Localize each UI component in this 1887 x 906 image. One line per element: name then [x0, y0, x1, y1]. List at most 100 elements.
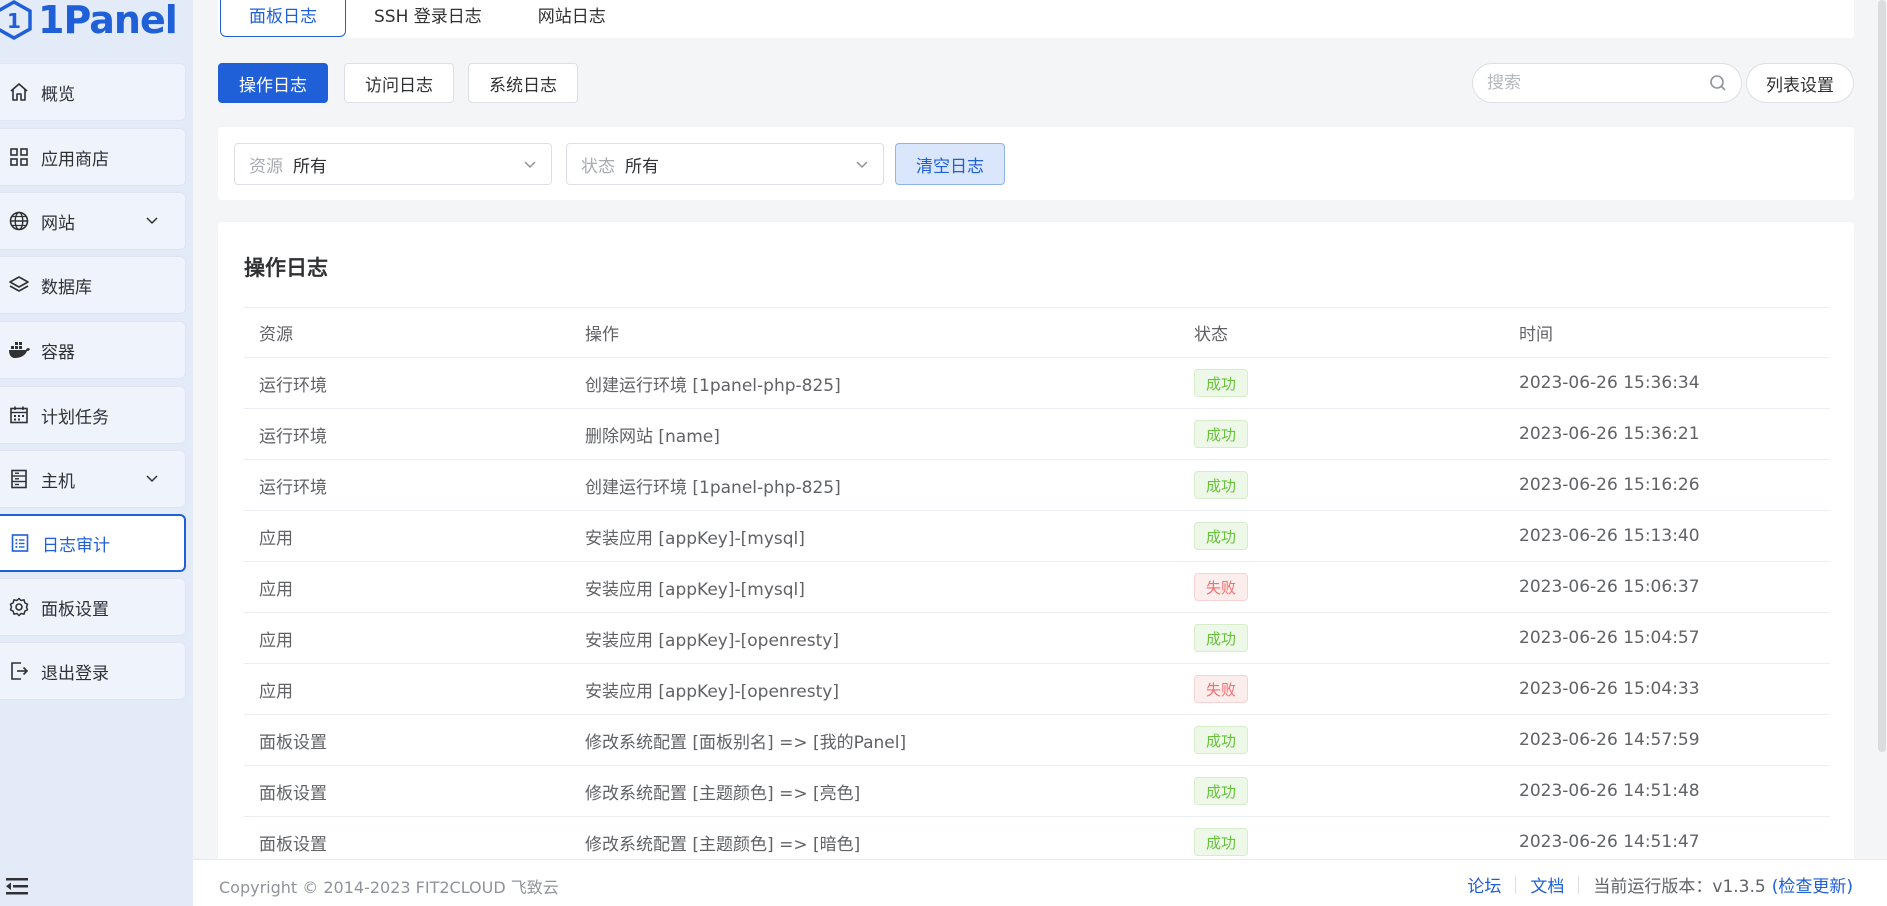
sidebar-item-label: 网站 — [41, 213, 75, 234]
sidebar-item-1[interactable]: 应用商店 — [0, 128, 186, 186]
collapse-menu-icon[interactable] — [4, 875, 30, 897]
status-badge: 成功 — [1194, 828, 1248, 856]
cell-status: 成功 — [1194, 420, 1248, 448]
table-header: 资源 操作 状态 时间 — [244, 307, 1830, 358]
home-icon — [7, 80, 31, 104]
sidebar-item-3[interactable]: 数据库 — [0, 256, 186, 314]
search-input[interactable] — [1487, 73, 1709, 93]
layers-icon — [7, 273, 31, 297]
cell-status: 成功 — [1194, 726, 1248, 754]
status-select[interactable]: 状态 所有 — [566, 143, 884, 185]
gear-icon — [7, 595, 31, 619]
subtab-1[interactable]: 访问日志 — [344, 63, 454, 103]
resource-select[interactable]: 资源 所有 — [234, 143, 552, 185]
table-row[interactable]: 应用 安装应用 [appKey]-[mysql] 失败 2023-06-26 15:0… — [244, 562, 1830, 613]
cell-time: 2023-06-26 15:16:26 — [1519, 475, 1700, 495]
table-row[interactable]: 应用 安装应用 [appKey]-[openresty] 失败 2023-06-26 … — [244, 664, 1830, 715]
cell-operation: 创建运行环境 [1panel-php-825] — [585, 477, 841, 498]
list-settings-button[interactable]: 列表设置 — [1746, 63, 1854, 103]
status-badge: 成功 — [1194, 420, 1248, 448]
cell-time: 2023-06-26 15:04:57 — [1519, 628, 1700, 648]
cell-operation: 修改系统配置 [主题颜色] => [暗色] — [585, 834, 861, 855]
status-badge: 成功 — [1194, 726, 1248, 754]
clear-logs-button[interactable]: 清空日志 — [895, 143, 1005, 185]
header-resource: 资源 — [259, 325, 293, 345]
status-badge: 成功 — [1194, 522, 1248, 550]
chevron-down-icon — [524, 161, 536, 169]
cell-status: 成功 — [1194, 522, 1248, 550]
sidebar-item-label: 计划任务 — [41, 407, 109, 428]
cell-resource: 运行环境 — [259, 426, 327, 447]
version-text: 当前运行版本：v1.3.5 — [1593, 877, 1766, 897]
table-row[interactable]: 面板设置 修改系统配置 [面板别名] => [我的Panel] 成功 2023-06-… — [244, 715, 1830, 766]
page-scrollbar[interactable] — [1878, 0, 1886, 752]
logo[interactable]: 1 1Panel — [0, 0, 178, 46]
sidebar-item-label: 应用商店 — [41, 149, 109, 170]
sidebar-item-label: 面板设置 — [41, 599, 109, 620]
search-icon[interactable] — [1709, 74, 1727, 92]
log-type-tabs: 面板日志 SSH 登录日志 网站日志 — [218, 0, 1854, 38]
cell-status: 失败 — [1194, 675, 1248, 703]
table-row[interactable]: 应用 安装应用 [appKey]-[mysql] 成功 2023-06-26 15:1… — [244, 511, 1830, 562]
sidebar-item-4[interactable]: 容器 — [0, 321, 186, 379]
subtab-0[interactable]: 操作日志 — [218, 63, 328, 103]
cell-resource: 面板设置 — [259, 834, 327, 855]
copyright-text: Copyright © 2014-2023 FIT2CLOUD 飞致云 — [219, 878, 559, 897]
status-badge: 成功 — [1194, 369, 1248, 397]
card-title: 操作日志 — [244, 256, 328, 280]
search-box[interactable] — [1472, 63, 1742, 103]
status-badge: 失败 — [1194, 675, 1248, 703]
sidebar-item-0[interactable]: 概览 — [0, 63, 186, 121]
sidebar-item-5[interactable]: 计划任务 — [0, 386, 186, 444]
cell-operation: 修改系统配置 [面板别名] => [我的Panel] — [585, 732, 907, 753]
cell-time: 2023-06-26 14:51:47 — [1519, 832, 1700, 852]
cell-resource: 运行环境 — [259, 375, 327, 396]
sidebar-item-2[interactable]: 网站 — [0, 192, 186, 250]
sidebar-item-8[interactable]: 面板设置 — [0, 578, 186, 636]
subtab-2[interactable]: 系统日志 — [468, 63, 578, 103]
cell-resource: 面板设置 — [259, 732, 327, 753]
cell-resource: 应用 — [259, 681, 293, 702]
tab-1[interactable]: SSH 登录日志 — [346, 0, 510, 37]
grid-icon — [7, 145, 31, 169]
check-update-link[interactable]: (检查更新) — [1772, 872, 1853, 897]
forum-link[interactable]: 论坛 — [1467, 872, 1501, 897]
sidebar-item-label: 容器 — [41, 342, 75, 363]
sidebar-item-label: 主机 — [41, 471, 75, 492]
filter-bar: 资源 所有 状态 所有 清空日志 — [218, 127, 1854, 200]
logo-hexagon-icon: 1 — [0, 0, 32, 40]
cell-time: 2023-06-26 15:36:34 — [1519, 373, 1700, 393]
log-icon — [8, 531, 32, 555]
cell-status: 成功 — [1194, 777, 1248, 805]
status-badge: 失败 — [1194, 573, 1248, 601]
cell-operation: 安装应用 [appKey]-[mysql] — [585, 528, 805, 549]
cell-resource: 应用 — [259, 579, 293, 600]
tab-2[interactable]: 网站日志 — [510, 0, 634, 37]
cell-time: 2023-06-26 15:04:33 — [1519, 679, 1700, 699]
chevron-down-icon — [146, 217, 158, 225]
operation-log-table: 资源 操作 状态 时间 运行环境 创建运行环境 [1panel-php-825] 成… — [244, 307, 1830, 862]
cell-operation: 修改系统配置 [主题颜色] => [亮色] — [585, 783, 861, 804]
table-row[interactable]: 面板设置 修改系统配置 [主题颜色] => [亮色] 成功 2023-06-26 14… — [244, 766, 1830, 817]
docs-link[interactable]: 文档 — [1530, 872, 1564, 897]
table-row[interactable]: 运行环境 删除网站 [name] 成功 2023-06-26 15:36:21 — [244, 409, 1830, 460]
cell-time: 2023-06-26 15:36:21 — [1519, 424, 1700, 444]
cell-time: 2023-06-26 15:13:40 — [1519, 526, 1700, 546]
tab-0[interactable]: 面板日志 — [220, 0, 346, 37]
sidebar-item-6[interactable]: 主机 — [0, 450, 186, 508]
table-row[interactable]: 运行环境 创建运行环境 [1panel-php-825] 成功 2023-06-26 … — [244, 460, 1830, 511]
sidebar-item-label: 退出登录 — [41, 663, 109, 684]
sidebar-item-label: 日志审计 — [42, 535, 110, 556]
calendar-icon — [7, 403, 31, 427]
sidebar-item-9[interactable]: 退出登录 — [0, 642, 186, 700]
chevron-down-icon — [146, 475, 158, 483]
cell-resource: 应用 — [259, 528, 293, 549]
cell-status: 成功 — [1194, 369, 1248, 397]
cell-operation: 安装应用 [appKey]-[openresty] — [585, 681, 839, 702]
table-row[interactable]: 应用 安装应用 [appKey]-[openresty] 成功 2023-06-26 … — [244, 613, 1830, 664]
cell-time: 2023-06-26 15:06:37 — [1519, 577, 1700, 597]
cell-resource: 运行环境 — [259, 477, 327, 498]
sidebar-item-7[interactable]: 日志审计 — [0, 514, 186, 572]
table-row[interactable]: 运行环境 创建运行环境 [1panel-php-825] 成功 2023-06-26 … — [244, 358, 1830, 409]
table-row[interactable]: 面板设置 修改系统配置 [主题颜色] => [暗色] 成功 2023-06-26 14… — [244, 817, 1830, 862]
